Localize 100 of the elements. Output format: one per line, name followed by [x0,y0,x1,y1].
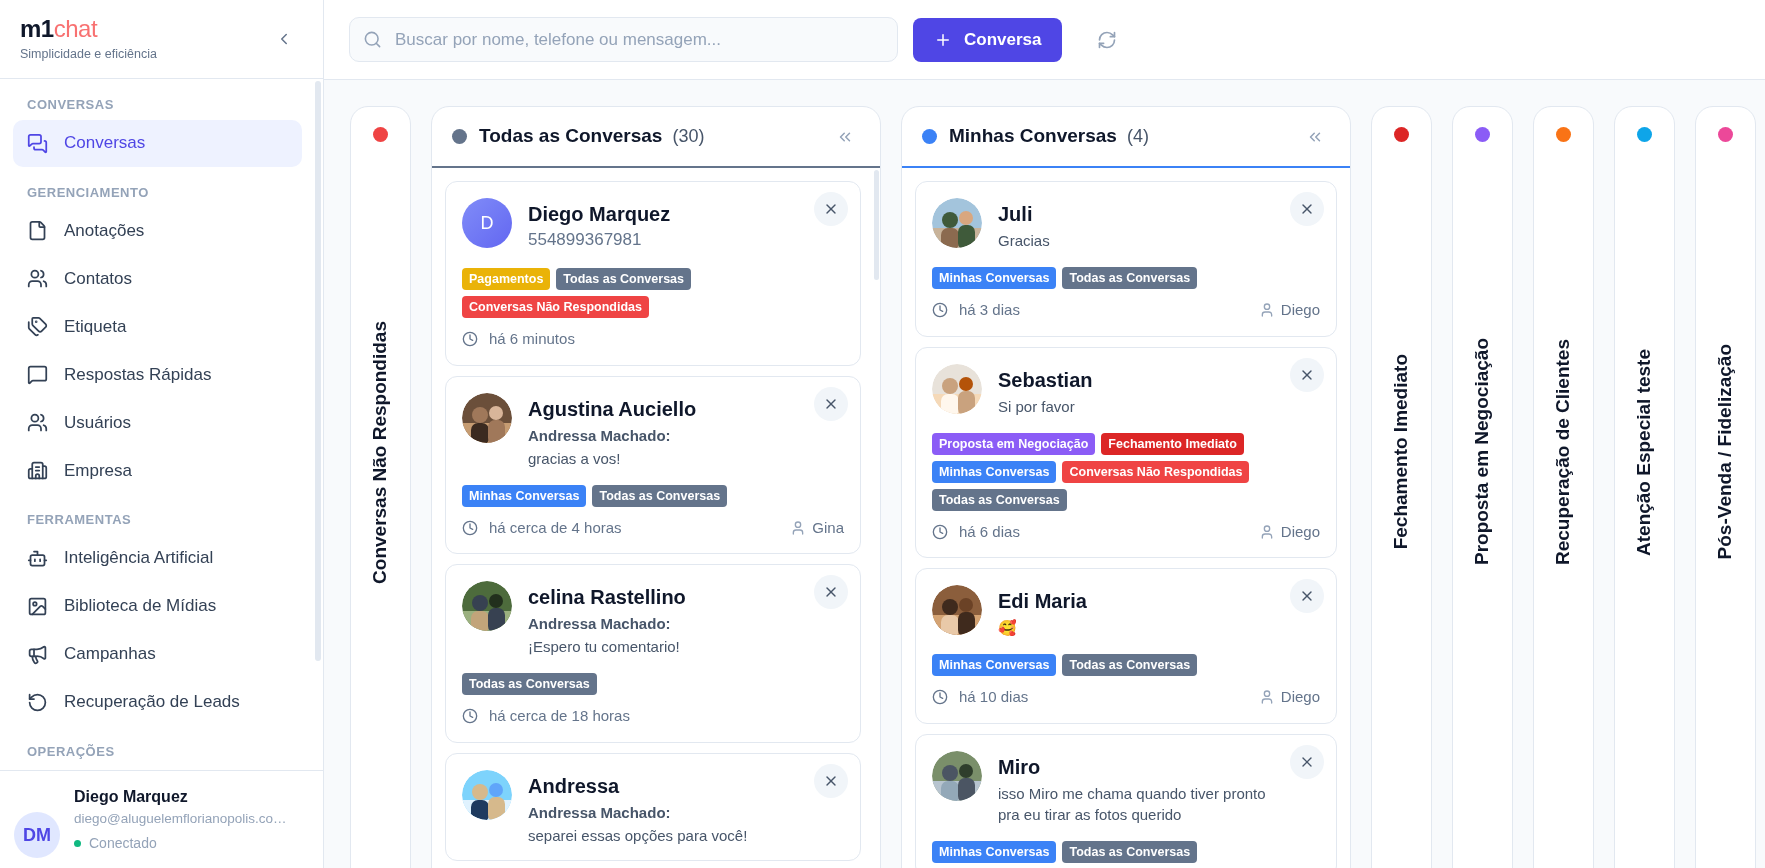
message-sender: Andressa Machado: [528,614,672,634]
assigned-agent: Diego [1280,521,1320,542]
clock-icon [932,302,948,319]
scrollbar[interactable] [315,81,321,661]
message-preview: ¡Espero tu comentario! [528,637,681,657]
user-avatar: DM [14,812,60,858]
tag: Minhas Conversas [932,267,1057,289]
nav-item[interactable]: Biblioteca de Mídias [13,582,302,630]
close-button[interactable] [814,575,848,609]
nav-item[interactable]: Conversas [13,119,302,167]
clock-icon [932,523,948,540]
nav-item[interactable]: Etiqueta [13,303,302,350]
conversation-count: (4) [1126,125,1149,148]
time-ago: há cerca de 4 horas [489,517,622,538]
time-ago: há cerca de 18 horas [489,706,630,726]
user-status: Conectado [89,834,157,854]
tag: Todas as Conversas [1062,840,1198,863]
tagline: Simplicidade e eficiência [20,45,157,63]
column-title: Minhas Conversas [949,124,1117,149]
tag: Minhas Conversas [932,654,1057,676]
column-title: Conversas Não Respondidas [368,320,392,584]
collapsed-column[interactable]: Conversas Não Respondidas [350,106,411,868]
scrollbar[interactable] [874,170,879,280]
phone-number: 554899367981 [528,229,643,251]
users-icon [27,268,48,289]
nav-item[interactable]: Respostas Rápidas [13,351,302,398]
section-heading: CONVERSAS [26,96,115,114]
nav-item[interactable]: Anotações [13,207,302,254]
conversation-card[interactable]: Agustina Auciello Andressa Machado: gracias a vos! Minhas Conversas Todas as Conversas há cerca de 4 horas Gina [445,375,861,554]
assigned-agent: Gina [812,517,844,538]
chat-bubble-icon [27,364,48,385]
file-icon [27,220,48,241]
tags-icon [27,316,48,337]
time-ago: há 6 dias [959,521,1020,542]
nav-item[interactable]: Contatos [13,255,302,302]
tag: Todas as Conversas [1062,267,1198,289]
tag: Todas as Conversas [462,673,597,695]
image-icon [27,595,48,617]
clock-icon [462,519,478,536]
message-preview: Si por favor [998,396,1076,417]
nav-item[interactable]: Campanhas [13,630,302,678]
message-preview: Gracias [998,231,1050,251]
conversation-card[interactable]: celina Rastellino Andressa Machado: ¡Espero tu comentario! Todas as Conversas há cerca de 18 horas [445,564,861,743]
conversation-card[interactable]: D Diego Marquez 554899367981 Pagamentos Todas as Conversas Conversas Não Respondidas há 6 minutos [445,181,861,366]
refresh-icon[interactable] [1097,29,1118,50]
conversation-count: (30) [672,125,705,148]
conversation-card[interactable]: Miro isso Miro me chama quando tiver pronto pra eu tirar as fotos querido Minhas Conversas Todas as Conversas [915,733,1337,868]
megaphone-icon [27,643,48,665]
close-button[interactable] [814,763,848,798]
tag: Todas as Conversas [1062,654,1198,676]
collapsed-column[interactable]: Proposta em Negociação [1452,106,1513,868]
close-button[interactable] [1290,192,1324,226]
contact-name: Diego Marquez [528,202,671,227]
collapsed-column[interactable]: Fechamento Imediato [1371,106,1432,868]
contact-name: Andressa [528,773,621,799]
conversation-card[interactable]: Edi Maria 🥰 Minhas Conversas Todas as Conversas há 10 dias Diego [915,568,1337,724]
logo: m1chat [20,14,99,43]
column-title: Proposta em Negociação [1470,338,1494,566]
tag: Todas as Conversas [592,484,728,507]
section-heading: GERENCIAMENTO [26,183,150,202]
tag: Minhas Conversas [932,840,1057,863]
clock-icon [462,331,478,348]
time-ago: há 3 dias [959,300,1020,320]
close-button[interactable] [814,386,848,421]
user-email: diego@aluguelemflorianopolis.co… [74,809,287,828]
tag: Todas as Conversas [556,268,691,290]
conversation-card[interactable]: Juli Gracias Minhas Conversas Todas as Conversas há 3 dias Diego [915,181,1337,337]
tag: Conversas Não Respondidas [462,296,649,318]
section-heading: OPERAÇÕES [26,742,116,761]
time-ago: há 10 dias [959,687,1029,707]
close-button[interactable] [1290,744,1324,779]
avatar: D [462,198,512,248]
close-button[interactable] [1290,579,1324,613]
new-conversation-button[interactable]: Conversa [913,17,1063,62]
tag: Conversas Não Respondidas [1062,460,1250,483]
collapsed-column[interactable]: Recuperação de Clientes [1533,106,1594,868]
message-sender: Andressa Machado: [528,425,672,446]
collapsed-column[interactable]: Atenção Especial teste [1614,106,1675,868]
column-title: Recuperação de Clientes [1551,339,1575,565]
nav-item[interactable]: Inteligência Artificial [13,534,302,582]
close-button[interactable] [814,192,848,226]
contact-name: celina Rastellino [528,585,686,610]
tag: Todas as Conversas [932,488,1067,511]
message-sender: Andressa Machado: [528,802,672,823]
user-name: Diego Marquez [74,786,189,807]
tag: Minhas Conversas [932,460,1057,483]
contact-name: Agustina Auciello [528,396,697,422]
building-icon [27,460,48,481]
close-button[interactable] [1290,357,1324,392]
collapsed-column[interactable]: Pós-Venda / Fidelização [1695,106,1756,868]
nav-item[interactable]: Recuperação de Leads [13,678,302,726]
contact-name: Sebastian [998,367,1093,393]
conversation-card[interactable]: Andressa Andressa Machado: separei essas opções para você! [445,752,861,861]
column-title: Todas as Conversas [479,124,663,149]
contact-name: Edi Maria [998,589,1087,614]
nav-item[interactable]: Empresa [13,447,302,494]
conversation-card[interactable]: Sebastian Si por favor Proposta em Negociação Fechamento Imediato Minhas Conversas Conversas Não Respondidas Todas as Conversas há 6 dias Diego [915,346,1337,558]
search-field[interactable]: Buscar por nome, telefone ou mensagem... [349,17,898,62]
contact-name: Miro [998,754,1042,780]
nav-item[interactable]: Usuários [13,399,302,446]
